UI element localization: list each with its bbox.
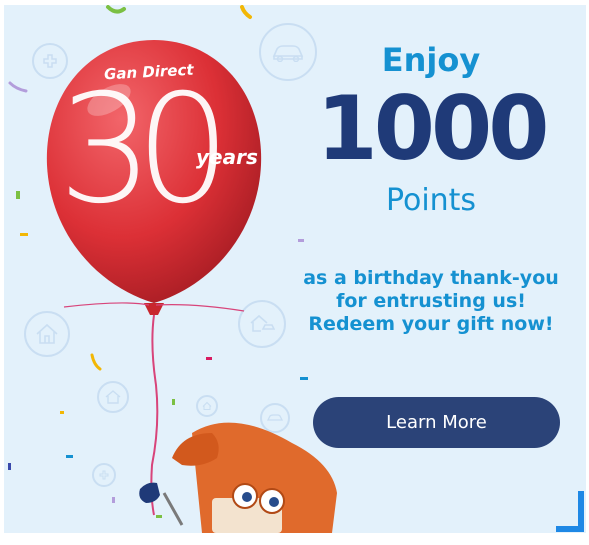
message-line-1: as a birthday thank-you	[303, 267, 559, 289]
points-unit: Points	[385, 183, 477, 218]
corner-decoration	[556, 491, 584, 532]
learn-more-button[interactable]: Learn More	[313, 397, 560, 448]
headline-enjoy: Enjoy	[381, 41, 481, 79]
message-line-2: for entrusting us!	[336, 290, 526, 312]
promo-message: as a birthday thank-you for entrusting u…	[296, 267, 566, 336]
balloon-years-number: 30	[58, 63, 231, 237]
message-line-3: Redeem your gift now!	[308, 313, 554, 335]
points-amount: 1000	[316, 77, 550, 180]
promo-banner: Gan Direct 30 years Enjoy 1000 Points as…	[4, 5, 586, 533]
balloon-years-word: years	[196, 145, 258, 169]
